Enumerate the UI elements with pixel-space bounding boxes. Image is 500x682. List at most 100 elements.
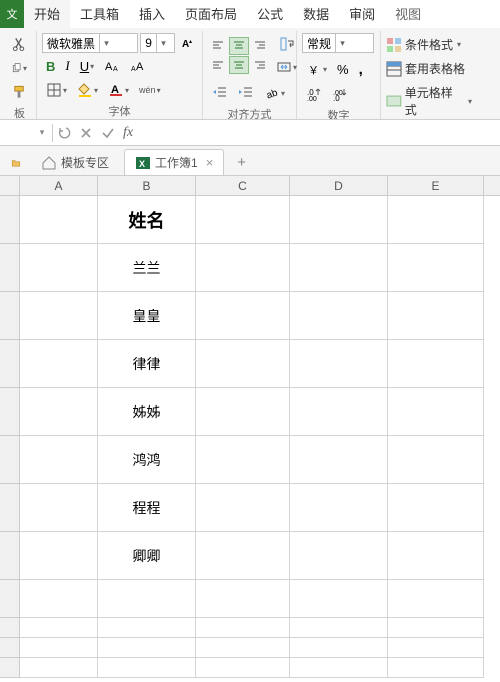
col-header-D[interactable]: D bbox=[290, 176, 388, 195]
align-mid-left[interactable] bbox=[208, 56, 228, 74]
format-table-button[interactable]: 套用表格格 bbox=[386, 59, 472, 78]
underline-button[interactable]: U▾ bbox=[76, 56, 98, 77]
tab-insert[interactable]: 插入 bbox=[129, 0, 175, 28]
cell[interactable] bbox=[388, 340, 484, 388]
cell[interactable] bbox=[20, 618, 98, 638]
col-header-C[interactable]: C bbox=[196, 176, 290, 195]
doc-tab-add[interactable]: + bbox=[228, 149, 255, 175]
cell[interactable] bbox=[196, 638, 290, 658]
cell[interactable] bbox=[20, 340, 98, 388]
cell[interactable]: 兰兰 bbox=[98, 244, 196, 292]
col-header-A[interactable]: A bbox=[20, 176, 98, 195]
cell[interactable] bbox=[98, 638, 196, 658]
border-button[interactable]: ▾ bbox=[42, 79, 71, 101]
cell[interactable] bbox=[290, 658, 388, 678]
row-header[interactable] bbox=[0, 580, 20, 618]
cell[interactable] bbox=[196, 484, 290, 532]
align-top-center[interactable] bbox=[229, 37, 249, 55]
tab-data[interactable]: 数据 bbox=[293, 0, 339, 28]
cell[interactable] bbox=[290, 244, 388, 292]
app-menu-button[interactable]: 文 bbox=[0, 0, 24, 28]
cell[interactable] bbox=[388, 638, 484, 658]
cell[interactable] bbox=[290, 618, 388, 638]
col-header-B[interactable]: B bbox=[98, 176, 196, 195]
orientation-button[interactable]: ab▾ bbox=[260, 82, 289, 104]
font-name-combo[interactable]: 微软雅黑▾ bbox=[42, 33, 138, 53]
italic-button[interactable]: I bbox=[61, 55, 73, 77]
tab-review[interactable]: 审阅 bbox=[339, 0, 385, 28]
row-header[interactable] bbox=[0, 292, 20, 340]
cut-button[interactable] bbox=[8, 33, 31, 55]
formula-input[interactable] bbox=[137, 123, 500, 143]
row-header[interactable] bbox=[0, 244, 20, 292]
align-top-right[interactable] bbox=[250, 37, 270, 55]
cell[interactable] bbox=[290, 340, 388, 388]
row-header[interactable] bbox=[0, 436, 20, 484]
cell-style-button[interactable]: 单元格样式▾ bbox=[386, 83, 472, 119]
cell[interactable]: 卿卿 bbox=[98, 532, 196, 580]
cell[interactable] bbox=[290, 532, 388, 580]
cell[interactable] bbox=[388, 618, 484, 638]
decrease-decimal-button[interactable]: .00.0 bbox=[328, 83, 352, 105]
copy-button[interactable]: ▾ bbox=[8, 57, 31, 79]
cell[interactable] bbox=[196, 340, 290, 388]
cell[interactable] bbox=[20, 196, 98, 244]
comma-button[interactable]: , bbox=[355, 58, 367, 81]
cell[interactable] bbox=[388, 292, 484, 340]
conditional-format-button[interactable]: 条件格式▾ bbox=[386, 35, 472, 54]
cell[interactable] bbox=[20, 532, 98, 580]
cell[interactable] bbox=[196, 580, 290, 618]
cell[interactable] bbox=[196, 436, 290, 484]
fx-label[interactable]: fx bbox=[119, 125, 137, 141]
cell[interactable] bbox=[388, 244, 484, 292]
cell[interactable] bbox=[196, 532, 290, 580]
cell[interactable] bbox=[196, 388, 290, 436]
cell[interactable] bbox=[290, 388, 388, 436]
number-format-combo[interactable]: 常规▾ bbox=[302, 33, 374, 53]
cell[interactable]: 鸿鸿 bbox=[98, 436, 196, 484]
cell[interactable] bbox=[388, 196, 484, 244]
fx-undo-button[interactable] bbox=[53, 122, 75, 144]
tab-home[interactable]: 开始 bbox=[24, 0, 70, 28]
row-header[interactable] bbox=[0, 196, 20, 244]
cell[interactable]: 皇皇 bbox=[98, 292, 196, 340]
cell[interactable] bbox=[388, 580, 484, 618]
cell[interactable] bbox=[20, 244, 98, 292]
align-mid-center[interactable] bbox=[229, 56, 249, 74]
row-header[interactable] bbox=[0, 532, 20, 580]
cell[interactable] bbox=[388, 388, 484, 436]
pinyin-button[interactable]: wén▾ bbox=[135, 82, 165, 98]
row-header[interactable] bbox=[0, 388, 20, 436]
increase-font-button[interactable]: A▴ bbox=[177, 34, 197, 52]
doc-tab-template[interactable]: 模板专区 bbox=[30, 149, 120, 175]
cell[interactable] bbox=[20, 580, 98, 618]
cell[interactable] bbox=[20, 658, 98, 678]
cell[interactable] bbox=[98, 580, 196, 618]
cell[interactable] bbox=[290, 484, 388, 532]
tab-formula[interactable]: 公式 bbox=[247, 0, 293, 28]
doc-tab-workbook[interactable]: X 工作簿1 × bbox=[124, 149, 224, 175]
cell[interactable] bbox=[20, 292, 98, 340]
cell[interactable] bbox=[388, 436, 484, 484]
cell[interactable] bbox=[290, 436, 388, 484]
cell[interactable] bbox=[388, 484, 484, 532]
cell[interactable] bbox=[196, 244, 290, 292]
cell[interactable] bbox=[290, 292, 388, 340]
row-header[interactable] bbox=[0, 618, 20, 638]
row-header[interactable] bbox=[0, 484, 20, 532]
row-header[interactable] bbox=[0, 340, 20, 388]
cell[interactable]: 姓名 bbox=[98, 196, 196, 244]
cell[interactable] bbox=[196, 196, 290, 244]
cell[interactable] bbox=[290, 638, 388, 658]
cell[interactable] bbox=[388, 532, 484, 580]
decrease-font-button[interactable]: AA bbox=[100, 55, 124, 77]
col-header-E[interactable]: E bbox=[388, 176, 484, 195]
cell[interactable] bbox=[98, 618, 196, 638]
cell[interactable]: 姊姊 bbox=[98, 388, 196, 436]
cell[interactable] bbox=[290, 580, 388, 618]
cell[interactable] bbox=[20, 484, 98, 532]
format-painter-button[interactable] bbox=[8, 81, 31, 103]
fx-confirm-button[interactable] bbox=[97, 122, 119, 144]
doc-tab-browse[interactable] bbox=[6, 149, 26, 175]
percent-button[interactable]: % bbox=[333, 59, 353, 80]
